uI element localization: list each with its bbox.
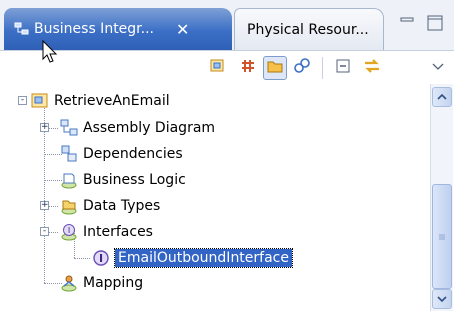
interfaces-icon: I [60, 223, 78, 241]
tree-item-retrieveanemail[interactable]: RetrieveAnEmail [31, 89, 170, 113]
scroll-up-button[interactable] [432, 87, 452, 107]
folder-icon [266, 57, 284, 79]
tab-label: Physical Resour... [247, 21, 369, 38]
interface-icon: I [92, 249, 110, 267]
sync-button[interactable] [360, 56, 384, 80]
tree-item-label: Dependencies [83, 146, 183, 162]
grid-icon [239, 57, 257, 79]
link-icon [293, 57, 311, 79]
tree-item-label: RetrieveAnEmail [54, 93, 170, 109]
business-logic-icon [60, 171, 78, 189]
module-icon [31, 92, 49, 110]
tree-item-interfaces[interactable]: I Interfaces [60, 220, 153, 244]
chevron-up-icon [437, 90, 447, 105]
open-module-icon [209, 57, 227, 79]
tree-item-label: Mapping [83, 275, 144, 291]
maximize-icon[interactable] [424, 12, 446, 34]
grip-icon [439, 234, 445, 239]
assembly-diagram-icon [60, 119, 78, 137]
minimize-icon[interactable] [396, 12, 418, 34]
open-module-button[interactable] [206, 56, 230, 80]
tab-physical-resources[interactable]: Physical Resour... [234, 8, 384, 50]
collapse-all-icon [334, 57, 352, 79]
tree-item-mapping[interactable]: Mapping [60, 271, 143, 295]
view-menu-icon [431, 61, 445, 76]
grid-button[interactable] [236, 56, 260, 80]
vertical-scrollbar[interactable] [430, 84, 453, 311]
data-types-icon [60, 197, 78, 215]
expand-toggle[interactable]: + [40, 123, 49, 132]
tree-item-label: Business Logic [83, 172, 186, 188]
tree-item-label: Data Types [83, 198, 161, 214]
svg-text:I: I [68, 226, 70, 235]
link-button[interactable] [290, 56, 314, 80]
view-menu-button[interactable] [426, 56, 450, 80]
collapse-toggle[interactable]: - [40, 227, 49, 236]
business-integration-icon [14, 21, 30, 37]
view-toolbar [0, 50, 454, 85]
scroll-thumb[interactable] [432, 184, 452, 289]
collapse-toggle[interactable]: - [18, 96, 27, 105]
tree-item-dependencies[interactable]: Dependencies [60, 142, 183, 166]
chevron-down-icon [437, 292, 447, 307]
tree-item-emailoutboundinterface[interactable]: I EmailOutboundInterface [92, 246, 293, 270]
project-tree: - RetrieveAnEmail + Assembly Diagram Dep… [0, 84, 430, 311]
expand-toggle[interactable]: + [40, 201, 49, 210]
tree-item-label: Interfaces [83, 224, 153, 240]
tree-item-assembly-diagram[interactable]: Assembly Diagram [60, 116, 215, 140]
tree-connector [74, 258, 90, 259]
folder-button[interactable] [263, 56, 287, 80]
tab-label: Business Integr... [34, 21, 154, 37]
tree-item-data-types[interactable]: Data Types [60, 194, 160, 218]
tab-business-integration[interactable]: Business Integr... ✕ [4, 8, 232, 50]
mouse-pointer-icon [42, 39, 58, 68]
toolbar-separator [322, 57, 323, 79]
svg-text:I: I [99, 252, 103, 265]
tree-item-label: Assembly Diagram [83, 120, 216, 136]
view-tab-strip: Business Integr... ✕ Physical Resour... [0, 0, 454, 50]
tree-item-business-logic[interactable]: Business Logic [60, 168, 186, 192]
dependencies-icon [60, 145, 78, 163]
mapping-icon [60, 274, 78, 292]
close-icon[interactable]: ✕ [176, 20, 189, 39]
tree-item-label: EmailOutboundInterface [114, 248, 293, 268]
scroll-down-button[interactable] [432, 289, 452, 309]
collapse-all-button[interactable] [331, 56, 355, 80]
sync-icon [362, 57, 382, 79]
